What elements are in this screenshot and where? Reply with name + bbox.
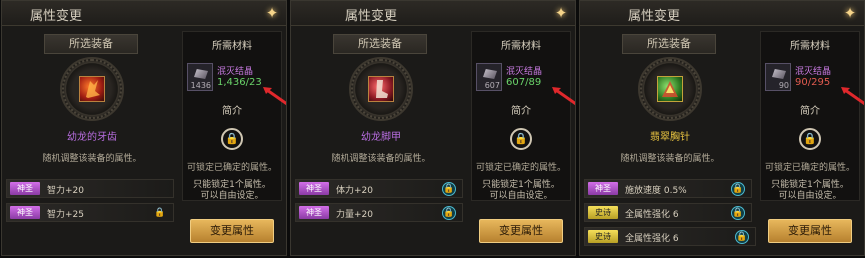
materials-box: 所需材料 607 泯灭结晶 607/89 简介 🔒 可锁定已确定的属性。 — [471, 31, 575, 201]
required-materials-label: 所需材料 — [501, 41, 541, 52]
material-name: 泯灭结晶 — [506, 67, 543, 77]
material-quantity: 607/89 — [506, 77, 542, 88]
attribute-row: 史诗 全属性强化 6 🔒 — [584, 203, 752, 222]
material-quantity: 90/295 — [795, 77, 831, 88]
rarity-badge: 神圣 — [299, 182, 329, 195]
crystal-gem-icon — [772, 69, 786, 79]
equipment-slot-ring[interactable] — [349, 57, 413, 121]
material-slot[interactable]: 90 — [765, 63, 791, 91]
material-slot[interactable]: 607 — [476, 63, 502, 91]
selected-equipment-label: 所选装备 — [44, 34, 138, 54]
rarity-badge: 神圣 — [10, 182, 40, 195]
rarity-badge: 神圣 — [299, 206, 329, 219]
equipment-name: 翡翠胸针 — [650, 132, 690, 143]
rarity-badge: 神圣 — [588, 182, 618, 195]
selected-equipment-label: 所选装备 — [333, 34, 427, 54]
materials-box: 所需材料 1436 泯灭结晶 1,436/23 简介 🔒 可锁定已确定的属性。 — [182, 31, 286, 201]
selected-equipment-label: 所选装备 — [622, 34, 716, 54]
crystal-gem-icon — [483, 69, 497, 79]
lock-description: 可锁定已确定的属性。 — [186, 163, 277, 173]
selected-equipment-area: 所选装备 翡翠胸针 随机调整该装备的属性。 — [586, 31, 754, 171]
materials-box: 所需材料 90 泯灭结晶 90/295 简介 🔒 可锁定已确定的属性。 — [760, 31, 864, 201]
panel-title: 属性变更 — [30, 9, 83, 24]
attribute-change-panel-2: 属性变更 ✦ 所选装备 幼龙脚甲 随机调整该装备的属性。 所需材料 607 泯灭… — [290, 0, 576, 256]
emerald-brooch-icon — [657, 76, 683, 102]
lock-note: 只能锁定1个属性。 可以自由设定。 — [193, 180, 271, 201]
red-dragon-fang-icon — [79, 76, 105, 102]
title-bar: 属性变更 ✦ — [2, 1, 286, 26]
attribute-text: 智力+20 — [47, 186, 84, 196]
intro-label: 简介 — [222, 106, 242, 117]
equipment-description: 随机调整该装备的属性。 — [42, 154, 142, 164]
crystal-gem-icon — [194, 69, 208, 79]
lock-toggle-icon[interactable]: 🔒 — [442, 206, 456, 220]
equipment-description: 随机调整该装备的属性。 — [620, 154, 720, 164]
attribute-row: 史诗 全属性强化 6 🔒 — [584, 227, 756, 246]
attribute-text: 智力+25 — [47, 210, 84, 220]
rarity-badge: 神圣 — [10, 206, 40, 219]
lock-toggle-icon[interactable]: 🔒 — [735, 230, 749, 244]
attribute-text: 全属性强化 6 — [625, 210, 679, 220]
material-name: 泯灭结晶 — [795, 67, 832, 77]
attribute-change-panel-3: 属性变更 ✦ 所选装备 翡翠胸针 随机调整该装备的属性。 所需材料 90 泯灭结… — [579, 0, 865, 256]
intro-label: 简介 — [800, 106, 820, 117]
selected-equipment-area: 所选装备 幼龙脚甲 随机调整该装备的属性。 — [297, 31, 465, 171]
intro-label: 简介 — [511, 106, 531, 117]
lock-toggle-icon[interactable]: 🔒 — [442, 182, 456, 196]
equipment-name: 幼龙的牙齿 — [67, 132, 117, 143]
material-name: 泯灭结晶 — [217, 67, 254, 77]
lock-circle-icon: 🔒 — [221, 128, 243, 150]
equipment-slot-ring[interactable] — [638, 57, 702, 121]
material-count: 1436 — [190, 81, 211, 90]
attribute-row: 神圣 智力+25 🔒 — [6, 203, 174, 222]
attribute-text: 体力+20 — [336, 186, 373, 196]
selected-equipment-area: 所选装备 幼龙的牙齿 随机调整该装备的属性。 — [8, 31, 176, 171]
material-slot[interactable]: 1436 — [187, 63, 213, 91]
change-attributes-button[interactable]: 变更属性 — [479, 219, 563, 243]
equipment-name: 幼龙脚甲 — [361, 132, 401, 143]
lock-description: 可锁定已确定的属性。 — [764, 163, 855, 173]
attribute-row: 神圣 智力+20 — [6, 179, 174, 198]
change-attributes-button[interactable]: 变更属性 — [768, 219, 852, 243]
lock-toggle-icon[interactable]: 🔒 — [153, 206, 167, 220]
attribute-text: 施放速度 0.5% — [625, 186, 687, 196]
attribute-text: 全属性强化 6 — [625, 234, 679, 244]
rarity-badge: 史诗 — [588, 206, 618, 219]
equipment-slot-ring[interactable] — [60, 57, 124, 121]
red-dragon-boots-icon — [368, 76, 394, 102]
close-star-icon[interactable]: ✦ — [842, 5, 858, 21]
attribute-row: 神圣 力量+20 🔒 — [295, 203, 463, 222]
lock-toggle-icon[interactable]: 🔒 — [731, 206, 745, 220]
lock-toggle-icon[interactable]: 🔒 — [731, 182, 745, 196]
required-materials-label: 所需材料 — [212, 41, 252, 52]
change-attributes-button[interactable]: 变更属性 — [190, 219, 274, 243]
lock-description: 可锁定已确定的属性。 — [475, 163, 566, 173]
close-star-icon[interactable]: ✦ — [553, 5, 569, 21]
lock-circle-icon: 🔒 — [510, 128, 532, 150]
material-count: 607 — [484, 81, 500, 90]
close-star-icon[interactable]: ✦ — [264, 5, 280, 21]
attribute-change-panel-1: 属性变更 ✦ 所选装备 幼龙的牙齿 随机调整该装备的属性。 所需材料 1436 … — [1, 0, 287, 256]
attribute-row: 神圣 施放速度 0.5% 🔒 — [584, 179, 752, 198]
title-bar: 属性变更 ✦ — [291, 1, 575, 26]
attribute-text: 力量+20 — [336, 210, 373, 220]
rarity-badge: 史诗 — [588, 230, 618, 243]
attribute-row: 神圣 体力+20 🔒 — [295, 179, 463, 198]
equipment-description: 随机调整该装备的属性。 — [331, 154, 431, 164]
panel-title: 属性变更 — [345, 9, 398, 24]
lock-note: 只能锁定1个属性。 可以自由设定。 — [771, 180, 849, 201]
required-materials-label: 所需材料 — [790, 41, 830, 52]
material-count: 90 — [778, 81, 789, 90]
title-bar: 属性变更 ✦ — [580, 1, 864, 26]
lock-circle-icon: 🔒 — [799, 128, 821, 150]
lock-note: 只能锁定1个属性。 可以自由设定。 — [482, 180, 560, 201]
panel-title: 属性变更 — [628, 9, 681, 24]
material-quantity: 1,436/23 — [217, 77, 262, 88]
